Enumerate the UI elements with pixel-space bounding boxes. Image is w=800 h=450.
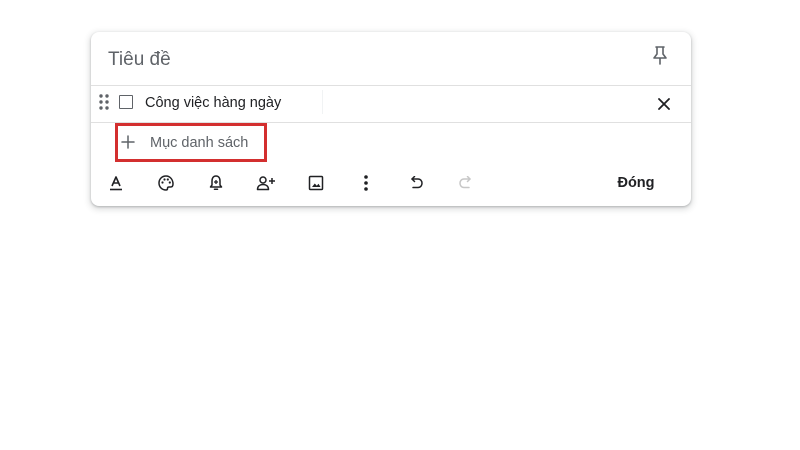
background-options-button[interactable] — [152, 169, 180, 197]
note-title[interactable]: Tiêu đề — [108, 48, 171, 72]
note-toolbar: Đóng — [91, 169, 691, 197]
undo-button[interactable] — [402, 169, 430, 197]
more-options-icon — [363, 174, 369, 192]
collaborator-button[interactable] — [252, 169, 280, 197]
text-format-icon — [108, 175, 124, 191]
item-checkbox[interactable] — [119, 95, 133, 109]
pin-icon — [652, 45, 668, 65]
item-separator — [322, 90, 323, 114]
undo-icon — [408, 176, 424, 190]
close-icon — [658, 98, 670, 110]
list-item: Công việc hàng ngày — [91, 86, 691, 122]
add-image-button[interactable] — [302, 169, 330, 197]
add-collaborator-icon — [256, 175, 276, 191]
add-item-placeholder: Mục danh sách — [150, 135, 249, 151]
list-item-text[interactable]: Công việc hàng ngày — [145, 94, 281, 112]
redo-icon — [458, 176, 474, 190]
pin-button[interactable] — [647, 42, 673, 68]
add-image-icon — [308, 175, 324, 191]
redo-button[interactable] — [452, 169, 480, 197]
palette-icon — [157, 174, 175, 192]
add-list-item-row[interactable]: Mục danh sách — [115, 123, 267, 162]
close-button[interactable]: Đóng — [601, 169, 671, 197]
delete-item-button[interactable] — [654, 94, 674, 114]
reminder-bell-icon — [208, 174, 224, 192]
remind-me-button[interactable] — [202, 169, 230, 197]
drag-handle-icon[interactable] — [98, 93, 110, 111]
note-editor-card: Tiêu đề Công việc hàng ngày Mục danh sác… — [91, 32, 691, 206]
plus-icon — [120, 134, 136, 150]
more-options-button[interactable] — [352, 169, 380, 197]
format-text-button[interactable] — [102, 169, 130, 197]
